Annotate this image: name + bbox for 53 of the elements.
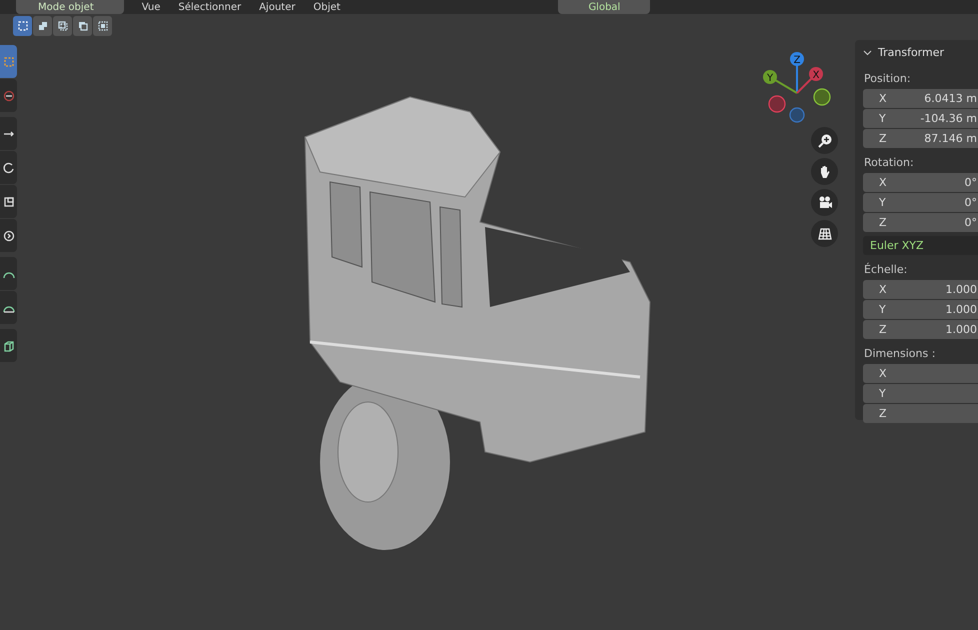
select-mode-button[interactable] [33, 16, 52, 36]
select-mode-button[interactable] [53, 16, 72, 36]
tool-button[interactable] [0, 151, 17, 184]
rotation-mode-dropdown[interactable]: Euler XYZ [863, 236, 978, 255]
orientation-dropdown[interactable]: Global [558, 0, 650, 14]
select-mode-icon [56, 20, 68, 32]
chevron-icon [863, 48, 872, 56]
hand-icon[interactable] [811, 158, 838, 185]
cursor-icon [2, 90, 14, 102]
number-field[interactable]: Y -104.36 m [863, 109, 978, 128]
number-field[interactable]: Z 1.000 [863, 320, 978, 339]
tool-button[interactable] [0, 257, 17, 290]
number-field[interactable]: Z 87.146 m [863, 129, 978, 148]
zoom-icon[interactable] [811, 127, 838, 154]
tool-button[interactable] [0, 291, 17, 324]
select-mode-icon [76, 20, 88, 32]
menu-item[interactable]: Ajouter [259, 2, 296, 12]
select-mode-icon [16, 20, 28, 32]
select-mode-button[interactable] [73, 16, 92, 36]
number-field[interactable]: Z 0° [863, 213, 978, 232]
number-field[interactable]: Y [863, 384, 978, 403]
tool-button[interactable] [0, 117, 17, 150]
menu-item[interactable]: Vue [142, 2, 160, 12]
section-label: Échelle: [864, 263, 908, 276]
tool-button[interactable] [0, 219, 17, 252]
box-select-icon [2, 56, 14, 68]
section-label: Position: [864, 72, 912, 85]
select-mode-icon [36, 20, 48, 32]
tool-button[interactable] [0, 329, 17, 362]
menu-item[interactable]: Sélectionner [178, 2, 242, 12]
scale-icon [2, 196, 14, 208]
rotate-icon [2, 162, 14, 174]
number-field[interactable]: X 6.0413 m [863, 89, 978, 108]
mode-dropdown[interactable]: Mode objet [16, 0, 124, 14]
number-field[interactable]: X 0° [863, 173, 978, 192]
panel-header[interactable]: Transformer [863, 40, 944, 64]
select-mode-button[interactable] [13, 16, 32, 36]
camera-icon[interactable] [811, 189, 838, 216]
tool-button[interactable] [0, 185, 17, 218]
number-field[interactable]: Y 1.000 [863, 300, 978, 319]
section-label: Dimensions : [864, 347, 936, 360]
number-field[interactable]: Z [863, 404, 978, 423]
axis-gizmo[interactable]: Z Y X [758, 48, 833, 123]
grid-icon[interactable] [811, 220, 838, 247]
cube-icon [2, 340, 14, 352]
menu-item[interactable]: Objet [313, 2, 340, 12]
select-mode-button[interactable] [93, 16, 112, 36]
number-field[interactable]: Y 0° [863, 193, 978, 212]
number-field[interactable]: X [863, 364, 978, 383]
transform-icon [2, 230, 14, 242]
number-field[interactable]: X 1.000 [863, 280, 978, 299]
section-label: Rotation: [864, 156, 915, 169]
select-mode-icon [96, 20, 108, 32]
